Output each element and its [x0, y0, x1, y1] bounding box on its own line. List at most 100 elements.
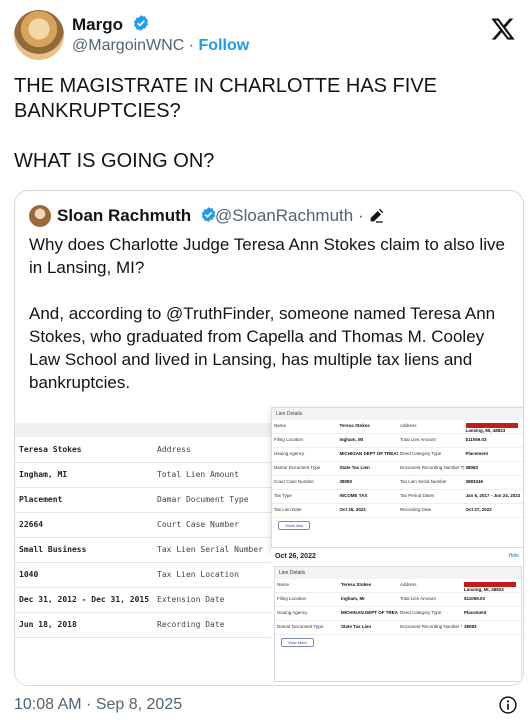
record-cell-text: Court Case Number	[157, 520, 239, 529]
detail-text: Recording Date	[399, 507, 432, 512]
record-cell-text: Jun 18, 2018	[19, 620, 77, 629]
record-label: Court Case Number	[153, 512, 268, 538]
quoted-post-card[interactable]: Sloan Rachmuth @SloanRachmuth · Why does…	[14, 190, 524, 686]
detail-text: Document Recording Number Type	[399, 465, 464, 470]
lien-details-title-2: Lien Details	[275, 567, 521, 579]
detail-value: Ingham, MI	[337, 434, 398, 448]
record-cell-text: Tax Lien Serial Number	[157, 545, 264, 554]
record-cell-text: Teresa Stokes	[19, 444, 82, 454]
verified-badge-icon	[133, 15, 148, 31]
detail-value: Ingham, MI	[338, 593, 398, 607]
detail-value: 38083	[337, 476, 398, 490]
detail-text: State Tax Lien	[340, 624, 372, 629]
detail-label: Document Recording Number Type	[397, 462, 464, 476]
detail-label: Deed Category Type	[397, 607, 462, 621]
detail-value: State Tax Lien	[337, 462, 398, 476]
record-cell-text: Recording Date	[157, 620, 225, 629]
record-cell-text: Dec 31, 2012 - Dec 31, 2015	[19, 595, 150, 604]
record-label: Tax Lien Location	[153, 562, 268, 588]
detail-text: MICHIGAN DEPT OF TREASURY-COLLECTIONS	[339, 451, 398, 456]
detail-text: Filing Location	[274, 437, 304, 442]
detail-label: Issuing Agency	[275, 607, 339, 621]
quoted-para-1: Why does Charlotte Judge Teresa Ann Stok…	[29, 235, 505, 277]
post-header: Margo @MargoinWNC · Follow	[14, 10, 518, 62]
detail-label: Tax Lien Serial Number	[397, 476, 464, 490]
detail-label: Document Recording Number Type	[397, 621, 462, 635]
record-topbar	[15, 423, 285, 437]
hide-link: Hide	[508, 553, 519, 559]
author-name[interactable]: Margo	[72, 15, 123, 34]
detail-value: Jan 6, 2017 - Jun 24, 2022	[463, 490, 523, 504]
record-label: Total Lien Amount	[153, 462, 268, 488]
detail-text: $11059.03	[463, 596, 485, 601]
detail-text: Oct 26, 2022	[339, 507, 366, 512]
author-name-row[interactable]: Margo	[72, 14, 150, 35]
detail-text: Tax Type	[274, 493, 292, 498]
lien-details-screenshot: Lien Details Name Teresa Stokes Address Lan…	[271, 407, 523, 553]
detail-text: Tax Period Dates	[399, 493, 435, 498]
record-cell-text: 1040	[19, 570, 39, 579]
detail-label: Address	[397, 579, 462, 593]
lien-details-title: Lien Details	[272, 408, 523, 420]
detail-text: $11059.03	[465, 437, 487, 442]
x-logo-icon[interactable]	[490, 16, 516, 42]
detail-text: Teresa Stokes	[339, 423, 370, 428]
record-label: Extension Date	[153, 587, 268, 613]
quoted-body: Why does Charlotte Judge Teresa Ann Stok…	[29, 233, 509, 417]
record-cell-text: Total Lien Amount	[157, 470, 239, 479]
quoted-handle: @SloanRachmuth	[215, 206, 354, 225]
record-label: Tax Lien Serial Number	[153, 537, 268, 563]
detail-value: 38083	[461, 621, 521, 635]
record-value: Placement	[15, 487, 154, 513]
detail-text: Ingham, MI	[340, 596, 365, 601]
detail-value: Teresa Stokes	[337, 420, 398, 434]
post-timestamp[interactable]: 10:08 AM · Sep 8, 2025	[14, 696, 182, 714]
record-cell-text: Damar Document Type	[157, 495, 249, 504]
detail-value: Teresa Stokes	[338, 579, 398, 593]
record-cell-text: Extension Date	[157, 595, 225, 604]
detail-label: Tax Lien Date	[272, 504, 338, 518]
post-line-1: THE MAGISTRATE IN CHARLOTTE HAS FIVE BAN…	[14, 75, 438, 122]
detail-text: Total Lien Amount	[399, 437, 436, 442]
detail-value: State Tax Lien	[338, 621, 398, 635]
detail-label: Damar Document Type	[272, 462, 338, 476]
author-handle[interactable]: @MargoinWNC	[72, 37, 184, 54]
follow-button[interactable]: Follow	[199, 37, 250, 54]
detail-text: Name	[277, 582, 290, 587]
attached-screenshots[interactable]: Teresa StokesAddressLans:Ingham, MITotal…	[15, 407, 523, 685]
detail-label: Recording Date	[397, 504, 464, 518]
record-label: Damar Document Type	[153, 487, 268, 513]
detail-text: Teresa Stokes	[340, 582, 372, 587]
detail-value: INCOME TAX	[337, 490, 398, 504]
detail-label: Name	[275, 579, 339, 593]
detail-text: Ingham, MI	[339, 437, 364, 442]
author-handle-row: @MargoinWNC · Follow	[72, 37, 249, 55]
detail-text: MICHIGAN DEPT OF TREASURY-COLLECTIONS	[340, 610, 398, 615]
author-avatar[interactable]	[14, 10, 64, 60]
detail-label: Court Case Number	[272, 476, 338, 490]
view-more-button: View More	[281, 638, 314, 647]
detail-text: Tax Lien Serial Number	[399, 479, 447, 484]
detail-text: Oct 27, 2022	[465, 507, 492, 512]
detail-text: Damar Document Type	[274, 465, 321, 470]
quoted-author-name: Sloan Rachmuth	[57, 206, 217, 226]
detail-value: MICHIGAN DEPT OF TREASURY-COLLECTIONS	[337, 448, 398, 462]
detail-text: Jan 6, 2017 - Jun 24, 2022	[465, 493, 521, 498]
detail-label: Filing Location	[272, 434, 338, 448]
post-line-2: WHAT IS GOING ON?	[14, 150, 215, 172]
detail-value: Oct 27, 2022	[463, 504, 523, 518]
record-value: Jun 18, 2018	[15, 612, 154, 638]
detail-text: 38083	[465, 465, 479, 470]
detail-value: Lansing, MI, 48823	[463, 420, 523, 434]
info-icon[interactable]	[498, 695, 518, 715]
record-cell-text: Ingham, MI	[19, 470, 68, 479]
record-cell-text: 22664	[19, 520, 44, 529]
detail-text: 3883346	[465, 479, 484, 484]
detail-value: Oct 26, 2022	[337, 504, 398, 518]
detail-text: Address	[399, 423, 417, 428]
record-cell-text: Tax Lien Location	[157, 570, 239, 579]
detail-text: Address	[399, 582, 417, 587]
detail-text: INCOME TAX	[339, 493, 368, 498]
record-cell-text: Address	[157, 444, 191, 454]
detail-value: MICHIGAN DEPT OF TREASURY-COLLECTIONS	[338, 607, 398, 621]
